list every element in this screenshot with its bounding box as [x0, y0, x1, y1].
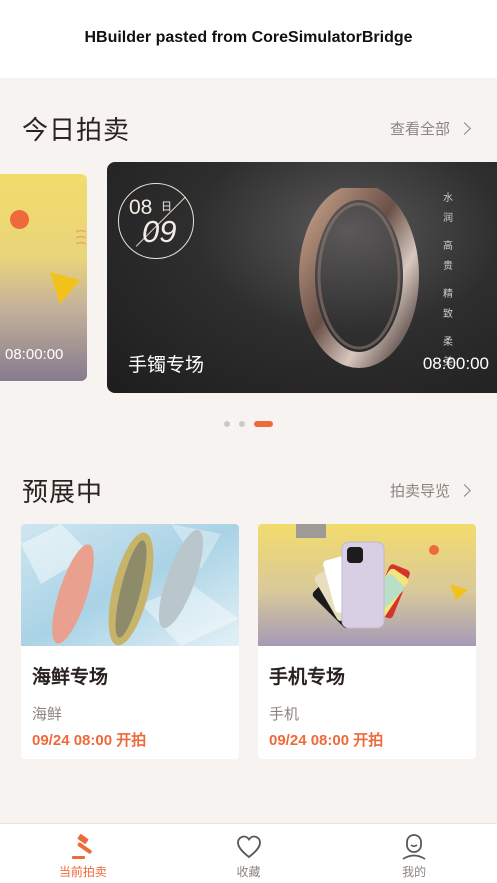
- wave-lines-icon: [75, 229, 87, 245]
- tagline-char: 贵: [443, 261, 453, 272]
- tab-profile[interactable]: 我的: [331, 824, 497, 883]
- bracelet-tagline: 水 润 高 贵 精 致 柔 美: [441, 192, 455, 376]
- carousel-dot[interactable]: [239, 421, 245, 427]
- peek-card-time: 08:00:00: [5, 346, 64, 363]
- tagline-char: 致: [443, 309, 453, 320]
- heart-icon: [236, 835, 261, 859]
- auction-card-bracelet[interactable]: 08 日 09 水 润 高 贵 精 致 柔 美 手镯专场 08:00:00: [107, 162, 497, 393]
- view-all-link[interactable]: 查看全部: [390, 118, 473, 139]
- profile-icon: [402, 834, 426, 860]
- bracelet-image: [299, 188, 419, 368]
- paste-notification-text: HBuilder pasted from CoreSimulatorBridge: [84, 29, 413, 46]
- carousel-indicator: [224, 421, 273, 427]
- preview-card-seafood[interactable]: 海鲜专场 海鲜 09/24 08:00 开拍: [21, 524, 239, 759]
- tagline-char: 高: [443, 241, 453, 252]
- tab-favorites[interactable]: 收藏: [166, 824, 332, 883]
- preview-card-category: 海鲜: [32, 705, 63, 723]
- date-badge: 08 日 09: [118, 183, 194, 259]
- preview-card-title: 海鲜专场: [32, 666, 109, 688]
- auction-guide-link[interactable]: 拍卖导览: [390, 480, 473, 501]
- tagline-char: 水: [443, 193, 453, 204]
- preview-title: 预展中: [22, 478, 104, 508]
- gavel-icon: [71, 834, 92, 859]
- tagline-char: 精: [443, 289, 453, 300]
- seafood-image: [21, 524, 239, 646]
- tagline-char: 润: [443, 213, 453, 224]
- phones-image: [258, 524, 476, 646]
- triangle-shape-icon: [50, 272, 80, 304]
- today-auction-header: 今日拍卖 查看全部: [22, 110, 473, 147]
- tab-label: 我的: [402, 865, 427, 879]
- fish-on-ice-image: [21, 524, 239, 646]
- view-all-label: 查看全部: [389, 120, 450, 138]
- chevron-right-icon: [458, 484, 471, 497]
- auction-guide-label: 拍卖导览: [389, 482, 450, 500]
- preview-card-category: 手机: [269, 705, 300, 723]
- phone-fan-image: [258, 524, 476, 646]
- today-auction-title: 今日拍卖: [22, 116, 131, 146]
- preview-card-start-time: 09/24 08:00 开拍: [269, 732, 384, 749]
- auction-card-title: 手镯专场: [128, 354, 205, 376]
- tagline-char: 柔: [443, 337, 453, 348]
- paste-notification-banner: HBuilder pasted from CoreSimulatorBridge: [0, 0, 497, 78]
- preview-card-start-time: 09/24 08:00 开拍: [32, 732, 147, 749]
- preview-header: 预展中 拍卖导览: [22, 472, 473, 509]
- carousel-dot-active[interactable]: [254, 421, 273, 427]
- peek-circle-decoration: [10, 210, 29, 229]
- preview-card-phones[interactable]: 手机专场 手机 09/24 08:00 开拍: [258, 524, 476, 759]
- auction-card-time: 08:00:00: [422, 354, 489, 373]
- tab-label: 收藏: [236, 865, 261, 879]
- carousel-dot[interactable]: [224, 421, 230, 427]
- tab-label: 当前拍卖: [58, 865, 107, 879]
- date-day: 09: [142, 214, 177, 249]
- bottom-tab-bar: 当前拍卖 收藏 我的: [0, 823, 497, 883]
- chevron-right-icon: [458, 122, 471, 135]
- preview-card-title: 手机专场: [269, 666, 346, 688]
- tab-current-auction[interactable]: 当前拍卖: [0, 824, 166, 883]
